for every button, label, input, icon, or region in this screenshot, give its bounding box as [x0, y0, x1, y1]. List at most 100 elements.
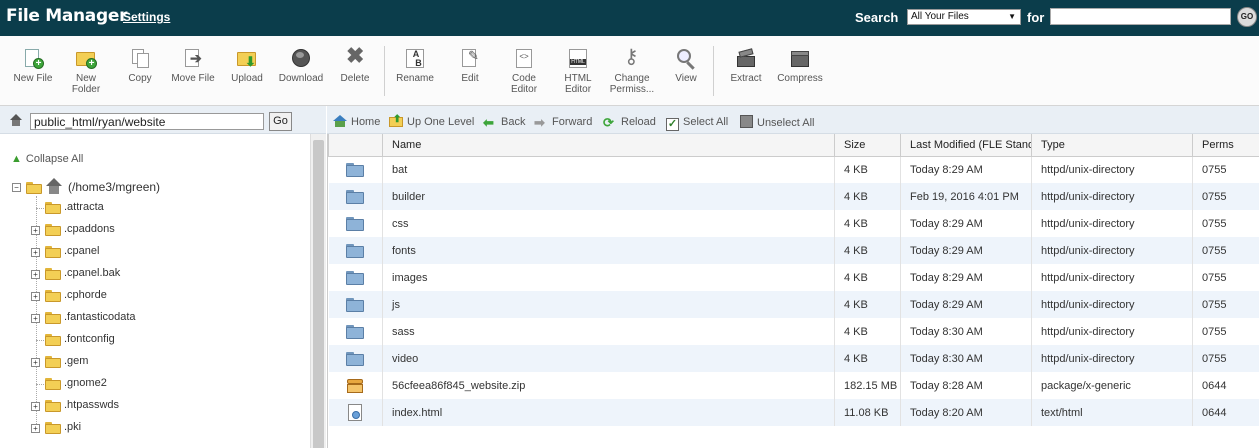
expand-toggle-icon[interactable]: + [31, 314, 40, 323]
file-modified: Today 8:29 AM [900, 210, 1032, 237]
file-perms: 0755 [1192, 183, 1259, 210]
table-row[interactable]: images 4 KB Today 8:29 AM httpd/unix-dir… [328, 264, 1259, 291]
expand-toggle-icon[interactable]: + [31, 424, 40, 433]
nav-forward-button[interactable]: ➡ Forward [534, 115, 592, 129]
search-scope-select[interactable]: All Your Files ▼ [907, 9, 1021, 25]
chevron-down-icon: ▼ [1008, 12, 1016, 21]
extract-icon [735, 48, 757, 70]
path-go-button[interactable]: Go [269, 112, 292, 131]
file-name[interactable]: builder [382, 183, 835, 210]
file-type: httpd/unix-directory [1031, 183, 1193, 210]
tree-scrollbar[interactable] [310, 134, 326, 448]
file-name[interactable]: index.html [382, 399, 835, 426]
settings-link[interactable]: Settings [123, 10, 170, 24]
expand-toggle-icon[interactable]: + [31, 402, 40, 411]
file-perms: 0755 [1192, 237, 1259, 264]
file-modified: Today 8:30 AM [900, 318, 1032, 345]
file-name[interactable]: js [382, 291, 835, 318]
column-header-size[interactable]: Size [834, 134, 901, 157]
extract-button[interactable]: Extract [716, 44, 776, 84]
table-row[interactable]: css 4 KB Today 8:29 AM httpd/unix-direct… [328, 210, 1259, 237]
path-input[interactable] [30, 113, 264, 130]
back-arrow-icon: ⬅ [483, 115, 494, 130]
file-name[interactable]: css [382, 210, 835, 237]
file-perms: 0755 [1192, 318, 1259, 345]
column-header-modified[interactable]: Last Modified (FLE Standard Time) [900, 134, 1032, 157]
copy-button[interactable]: Copy [110, 44, 170, 84]
nav-reload-button[interactable]: ⟳ Reload [603, 115, 656, 129]
path-bar: Go [0, 106, 326, 134]
nav-unselect-all-button[interactable]: Unselect All [740, 115, 814, 129]
nav-up-button[interactable]: ⬆ Up One Level [389, 114, 474, 129]
folder-icon [45, 224, 61, 236]
file-name[interactable]: bat [382, 156, 835, 183]
table-row[interactable]: 56cfeea86f845_website.zip 182.15 MB Toda… [328, 372, 1259, 399]
tree-item-label: .cpanel.bak [64, 267, 121, 279]
home-icon[interactable] [9, 114, 23, 126]
move-file-button[interactable]: ➔ Move File [163, 44, 223, 84]
view-button[interactable]: View [656, 44, 716, 84]
expand-toggle-icon[interactable]: + [31, 270, 40, 279]
table-row[interactable]: index.html 11.08 KB Today 8:20 AM text/h… [328, 399, 1259, 426]
home-icon [46, 178, 62, 194]
tree-item-label: .cpanel [64, 245, 100, 257]
expand-toggle-icon[interactable]: + [31, 226, 40, 235]
table-row[interactable]: bat 4 KB Today 8:29 AM httpd/unix-direct… [328, 156, 1259, 183]
file-modified: Today 8:29 AM [900, 156, 1032, 183]
table-row[interactable]: builder 4 KB Feb 19, 2016 4:01 PM httpd/… [328, 183, 1259, 210]
collapse-toggle-icon[interactable]: − [12, 183, 21, 192]
column-header-type[interactable]: Type [1031, 134, 1193, 157]
copy-label: Copy [128, 73, 152, 84]
html-editor-label-1: HTML [564, 73, 592, 84]
file-name[interactable]: sass [382, 318, 835, 345]
nav-forward-label: Forward [552, 116, 593, 128]
expand-toggle-icon[interactable]: + [31, 292, 40, 301]
nav-select-all-button[interactable]: ✓ Select All [666, 115, 728, 131]
folder-icon [45, 422, 61, 434]
expand-toggle-icon[interactable]: + [31, 358, 40, 367]
search-input[interactable] [1050, 8, 1231, 25]
expand-toggle-icon[interactable]: + [31, 248, 40, 257]
compress-button[interactable]: Compress [770, 44, 830, 84]
file-size: 4 KB [834, 264, 901, 291]
folder-icon [45, 334, 61, 346]
nav-reload-label: Reload [621, 116, 656, 128]
new-file-button[interactable]: + New File [3, 44, 63, 84]
file-name[interactable]: 56cfeea86f845_website.zip [382, 372, 835, 399]
delete-icon: ✖ [346, 43, 365, 68]
file-name[interactable]: video [382, 345, 835, 372]
download-label: Download [278, 73, 324, 84]
nav-back-button[interactable]: ⬅ Back [483, 115, 525, 129]
collapse-all-link[interactable]: ▲ Collapse All [11, 153, 83, 165]
table-row[interactable]: sass 4 KB Today 8:30 AM httpd/unix-direc… [328, 318, 1259, 345]
table-row[interactable]: js 4 KB Today 8:29 AM httpd/unix-directo… [328, 291, 1259, 318]
checkbox-checked-icon: ✓ [666, 118, 679, 131]
upload-button[interactable]: ⬇ Upload [217, 44, 277, 84]
compress-label: Compress [777, 73, 823, 84]
html-editor-button[interactable]: HTML HTML Editor [548, 44, 608, 95]
folder-icon [346, 324, 365, 339]
toolbar-divider [713, 46, 714, 96]
table-row[interactable]: video 4 KB Today 8:30 AM httpd/unix-dire… [328, 345, 1259, 372]
rename-button[interactable]: A B Rename [385, 44, 445, 84]
file-name[interactable]: images [382, 264, 835, 291]
code-editor-button[interactable]: <> Code Editor [494, 44, 554, 95]
magnifier-icon [675, 48, 697, 70]
new-folder-button[interactable]: + New Folder [56, 44, 116, 95]
nav-home-button[interactable]: Home [333, 115, 380, 129]
scrollbar-thumb[interactable] [313, 140, 324, 448]
file-name[interactable]: fonts [382, 237, 835, 264]
new-file-label: New File [13, 73, 53, 84]
table-row[interactable]: fonts 4 KB Today 8:29 AM httpd/unix-dire… [328, 237, 1259, 264]
column-header-perms[interactable]: Perms [1192, 134, 1259, 157]
tree-item-label: .gem [64, 355, 89, 367]
delete-button[interactable]: ✖ Delete [325, 43, 385, 85]
edit-button[interactable]: ✎ Edit [440, 44, 500, 84]
column-header-name[interactable]: Name [382, 134, 835, 157]
upload-icon: ⬇ [236, 48, 258, 70]
search-go-button[interactable]: GO [1237, 7, 1257, 27]
download-button[interactable]: Download [271, 44, 331, 84]
folder-icon [45, 202, 61, 214]
file-type: httpd/unix-directory [1031, 345, 1193, 372]
change-permissions-button[interactable]: ⚷ Change Permiss... [602, 44, 662, 95]
